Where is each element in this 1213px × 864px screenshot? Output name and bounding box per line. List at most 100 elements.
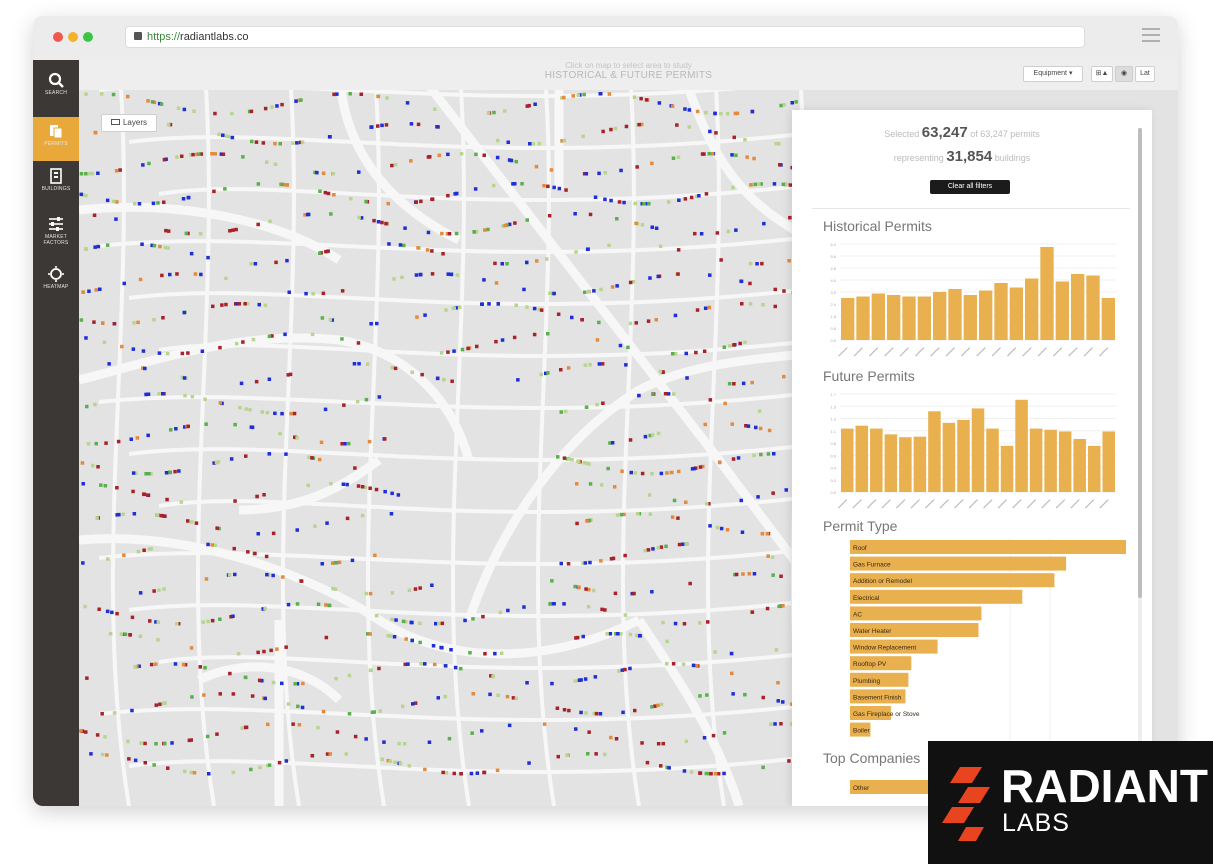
permit-marker[interactable] xyxy=(386,201,391,206)
permit-marker[interactable] xyxy=(269,648,273,653)
permit-marker[interactable] xyxy=(249,767,253,772)
permit-marker[interactable] xyxy=(507,723,512,728)
permit-marker[interactable] xyxy=(471,692,476,696)
permit-marker[interactable] xyxy=(689,195,694,200)
permit-marker[interactable] xyxy=(707,152,712,156)
permit-marker[interactable] xyxy=(615,217,619,221)
permit-marker[interactable] xyxy=(287,290,292,295)
permit-marker[interactable] xyxy=(613,126,618,131)
permit-marker[interactable] xyxy=(702,736,707,740)
permit-marker[interactable] xyxy=(382,740,386,744)
permit-marker[interactable] xyxy=(527,103,531,108)
permit-marker[interactable] xyxy=(274,260,278,265)
permit-marker[interactable] xyxy=(407,588,412,593)
permit-marker[interactable] xyxy=(331,172,335,176)
permit-marker[interactable] xyxy=(765,532,770,536)
permit-marker[interactable] xyxy=(426,230,431,235)
historical-bar[interactable] xyxy=(933,292,947,340)
permit-marker[interactable] xyxy=(647,201,651,206)
permit-marker[interactable] xyxy=(564,188,568,192)
permit-marker[interactable] xyxy=(469,771,474,776)
permit-marker[interactable] xyxy=(81,561,85,565)
permit-marker[interactable] xyxy=(673,621,678,626)
permit-marker[interactable] xyxy=(665,662,669,666)
permit-marker[interactable] xyxy=(781,700,785,704)
permit-marker[interactable] xyxy=(278,431,282,436)
permit-marker[interactable] xyxy=(710,152,715,156)
permit-marker[interactable] xyxy=(514,159,519,164)
permit-marker[interactable] xyxy=(389,512,394,516)
permit-marker[interactable] xyxy=(752,156,756,161)
permit-marker[interactable] xyxy=(100,712,104,716)
historical-bar[interactable] xyxy=(1101,298,1115,340)
permit-marker[interactable] xyxy=(364,737,368,741)
permit-marker[interactable] xyxy=(548,602,552,606)
permit-marker[interactable] xyxy=(606,466,610,471)
permit-marker[interactable] xyxy=(419,662,423,666)
permit-marker[interactable] xyxy=(588,560,592,565)
permit-marker[interactable] xyxy=(771,573,775,577)
permit-marker[interactable] xyxy=(500,262,505,266)
permit-marker[interactable] xyxy=(387,242,391,246)
permit-marker[interactable] xyxy=(159,102,164,106)
permit-marker[interactable] xyxy=(344,752,349,756)
permit-marker[interactable] xyxy=(626,345,630,350)
permit-marker[interactable] xyxy=(268,219,272,224)
permit-marker[interactable] xyxy=(215,732,219,736)
permit-marker[interactable] xyxy=(757,182,761,186)
permit-marker[interactable] xyxy=(186,519,190,523)
permit-marker[interactable] xyxy=(647,493,652,497)
permit-marker[interactable] xyxy=(233,422,237,427)
permit-marker[interactable] xyxy=(593,195,598,200)
permit-marker[interactable] xyxy=(137,202,142,206)
permit-marker[interactable] xyxy=(243,675,248,680)
permit-marker[interactable] xyxy=(754,425,758,430)
permit-marker[interactable] xyxy=(651,392,655,396)
permit-marker[interactable] xyxy=(446,272,451,276)
permit-marker[interactable] xyxy=(306,483,311,488)
permit-marker[interactable] xyxy=(640,471,645,476)
permit-marker[interactable] xyxy=(437,621,441,626)
permit-marker[interactable] xyxy=(406,662,410,666)
permit-marker[interactable] xyxy=(585,519,589,523)
permit-marker[interactable] xyxy=(121,512,125,517)
permit-marker[interactable] xyxy=(112,322,117,326)
permit-marker[interactable] xyxy=(475,771,480,775)
permit-marker[interactable] xyxy=(228,229,232,233)
permit-marker[interactable] xyxy=(224,302,228,307)
permit-marker[interactable] xyxy=(140,242,144,247)
permit-marker[interactable] xyxy=(776,681,780,685)
permit-marker[interactable] xyxy=(654,226,659,231)
permit-marker[interactable] xyxy=(585,461,589,466)
permit-marker[interactable] xyxy=(632,95,637,100)
permit-marker[interactable] xyxy=(449,272,454,277)
permit-marker[interactable] xyxy=(246,550,250,554)
permit-marker[interactable] xyxy=(384,221,388,226)
permit-marker[interactable] xyxy=(356,484,361,488)
maximize-window-icon[interactable] xyxy=(83,32,93,42)
permit-marker[interactable] xyxy=(241,155,245,159)
permit-marker[interactable] xyxy=(695,109,700,114)
permit-marker[interactable] xyxy=(576,93,581,97)
permit-marker[interactable] xyxy=(271,531,276,536)
permit-marker[interactable] xyxy=(441,770,445,775)
future-bar[interactable] xyxy=(971,408,985,492)
permit-marker[interactable] xyxy=(318,251,322,256)
permit-marker[interactable] xyxy=(284,183,288,187)
permit-marker[interactable] xyxy=(378,709,383,713)
permit-marker[interactable] xyxy=(156,201,160,205)
permit-marker[interactable] xyxy=(256,222,260,227)
permit-marker[interactable] xyxy=(313,524,317,528)
permit-marker[interactable] xyxy=(130,708,134,713)
permit-marker[interactable] xyxy=(433,107,437,112)
permit-marker[interactable] xyxy=(539,372,544,377)
permit-marker[interactable] xyxy=(472,230,476,234)
permit-marker[interactable] xyxy=(670,470,674,475)
permit-marker[interactable] xyxy=(782,103,787,107)
permit-marker[interactable] xyxy=(173,469,177,474)
permit-marker[interactable] xyxy=(111,199,116,204)
permit-marker[interactable] xyxy=(542,184,546,188)
permit-marker[interactable] xyxy=(147,161,151,166)
permit-marker[interactable] xyxy=(152,589,156,593)
permit-marker[interactable] xyxy=(249,109,254,114)
